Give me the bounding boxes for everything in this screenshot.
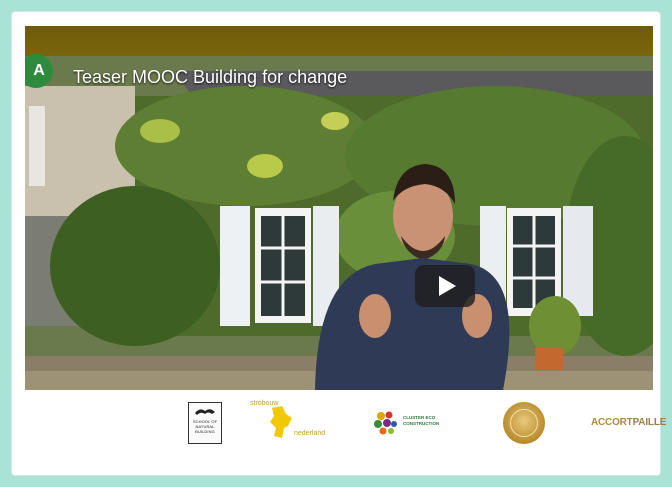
strobouw-logo-text-bottom: nederland: [294, 430, 326, 437]
accord-paille-logo: ACCORT PAILLE: [591, 411, 666, 433]
play-button[interactable]: [415, 265, 475, 307]
school-logo: SCHOOL OF NATURAL BUILDING: [188, 402, 222, 444]
video-card: A Teaser MOOC Building for change SCHOOL…: [12, 12, 666, 475]
cluster-logo-text: CLUSTER ECO CONSTRUCTION: [403, 415, 440, 426]
channel-avatar-initial: A: [33, 62, 45, 79]
school-logo-icon: [195, 409, 215, 415]
strobouw-logo: strobouw nederland: [250, 400, 332, 444]
seal-logo: [503, 402, 545, 444]
strobouw-logo-icon: [270, 406, 292, 438]
cluster-logo: CLUSTER ECO CONSTRUCTION: [371, 407, 453, 439]
school-logo-text: SCHOOL OF NATURAL BUILDING: [192, 419, 218, 434]
accord-logo-text-2: PAILLE: [632, 416, 667, 428]
seal-logo-icon: [510, 409, 538, 437]
video-player[interactable]: A Teaser MOOC Building for change: [25, 26, 653, 390]
partner-logos-strip: SCHOOL OF NATURAL BUILDING strobouw nede…: [25, 390, 666, 475]
video-title[interactable]: Teaser MOOC Building for change: [73, 67, 347, 88]
accord-logo-text-1: ACCORT: [591, 416, 633, 428]
play-icon: [438, 276, 456, 296]
title-bar: [25, 26, 653, 56]
cluster-logo-icon: [374, 411, 397, 435]
